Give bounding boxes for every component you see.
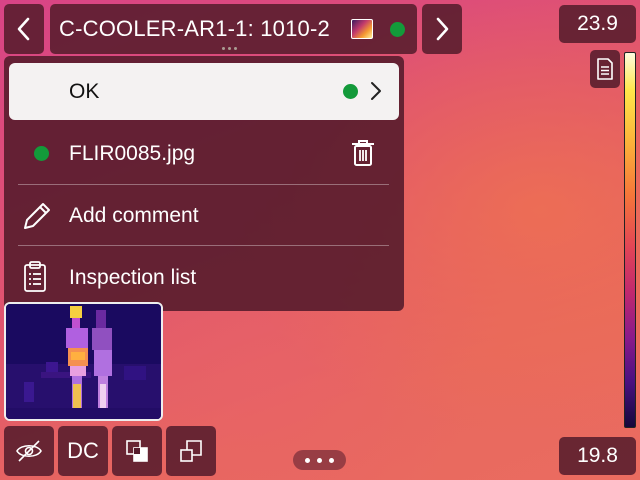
- divider: [18, 245, 389, 246]
- more-horizontal-icon: [305, 457, 310, 463]
- report-button[interactable]: [590, 50, 620, 88]
- thermal-image-icon: [351, 19, 373, 39]
- resize-button[interactable]: [166, 426, 216, 476]
- dc-button[interactable]: DC: [58, 426, 108, 476]
- menu-item-ok[interactable]: OK: [9, 63, 399, 120]
- menu-item-ok-label: OK: [69, 79, 100, 103]
- thermal-image: [6, 304, 161, 419]
- document-icon: [597, 58, 613, 80]
- chevron-right-icon: [371, 82, 381, 100]
- status-dot: [343, 84, 358, 99]
- image-title: C-COOLER-AR1-1: 1010-2: [59, 16, 330, 41]
- file-name: FLIR0085.jpg: [69, 142, 196, 165]
- thermal-thumbnail[interactable]: [4, 302, 163, 421]
- image-title-bar[interactable]: C-COOLER-AR1-1: 1010-2: [50, 4, 417, 54]
- menu-item-add-comment[interactable]: Add comment: [4, 186, 404, 246]
- hide-overlay-button[interactable]: [4, 426, 54, 476]
- color-scale-bar[interactable]: [624, 52, 636, 428]
- menu-item-inspection-list[interactable]: Inspection list: [4, 248, 404, 308]
- menu-item-inspection-list-label: Inspection list: [69, 266, 197, 289]
- drag-handle[interactable]: [222, 47, 237, 50]
- image-overlay-icon: [126, 440, 148, 462]
- image-overlay-button[interactable]: [112, 426, 162, 476]
- chevron-right-icon: [436, 17, 449, 41]
- divider: [18, 184, 389, 185]
- next-button[interactable]: [422, 4, 462, 54]
- pencil-icon: [24, 203, 50, 229]
- eye-off-icon: [16, 440, 42, 462]
- clipboard-icon: [24, 261, 46, 292]
- trash-icon[interactable]: [350, 139, 376, 167]
- status-dot: [34, 146, 49, 161]
- previous-button[interactable]: [4, 4, 44, 54]
- more-options-button[interactable]: [293, 450, 346, 470]
- image-menu: OK FLIR0085.jpg Add comment Inspection l…: [4, 56, 404, 311]
- resize-icon: [180, 440, 202, 462]
- temperature-max[interactable]: 23.9: [559, 5, 636, 43]
- status-dot: [390, 22, 405, 37]
- menu-item-add-comment-label: Add comment: [69, 204, 199, 227]
- menu-item-file[interactable]: FLIR0085.jpg: [4, 124, 404, 184]
- temperature-min[interactable]: 19.8: [559, 437, 636, 475]
- chevron-left-icon: [17, 17, 30, 41]
